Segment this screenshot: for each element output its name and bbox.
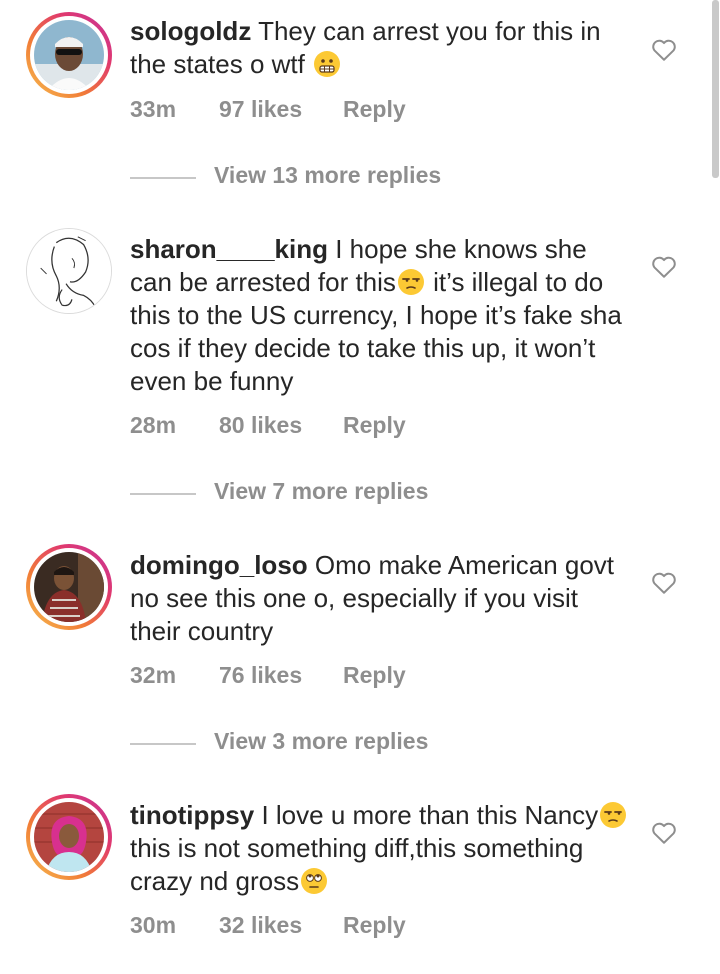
comment-likes[interactable]: 76 likes: [219, 662, 302, 689]
comment-body: I love u more than this Nancy: [261, 800, 599, 830]
grimacing-emoji-icon: [314, 51, 341, 77]
avatar[interactable]: [26, 794, 112, 880]
comment-time: 32m: [130, 662, 177, 688]
comment-username[interactable]: domingo_loso: [130, 550, 308, 580]
comment-username[interactable]: sologoldz: [130, 16, 251, 46]
comment-likes[interactable]: 32 likes: [219, 912, 302, 939]
reply-button[interactable]: Reply: [343, 912, 406, 939]
eye-roll-emoji-icon: [301, 868, 328, 894]
avatar[interactable]: [26, 544, 112, 630]
comment-username[interactable]: tinotippsy: [130, 800, 254, 830]
comment-text: domingo_loso Omo make American govt no s…: [130, 549, 630, 648]
comment-time: 30m: [130, 912, 177, 938]
view-replies-button[interactable]: View 7 more replies: [130, 478, 530, 508]
reply-button[interactable]: Reply: [343, 412, 406, 439]
avatar-domingo-image: [34, 552, 104, 622]
unamused-emoji-icon: [600, 802, 627, 828]
replies-divider: [130, 177, 196, 179]
view-replies-label[interactable]: View 13 more replies: [214, 162, 441, 189]
like-heart-icon[interactable]: [651, 255, 677, 279]
view-replies-label[interactable]: View 3 more replies: [214, 728, 428, 755]
comment-body-continued: this is not something diff,this somethin…: [130, 833, 584, 896]
replies-divider: [130, 493, 196, 495]
comment-username[interactable]: sharon____king: [130, 234, 328, 264]
view-replies-label[interactable]: View 7 more replies: [214, 478, 428, 505]
avatar-sharon-sketch-image: [27, 229, 111, 313]
unamused-emoji-icon: [397, 269, 424, 295]
comment-text: sologoldz They can arrest you for this i…: [130, 15, 630, 81]
comment-text: tinotippsy I love u more than this Nancy…: [130, 799, 630, 898]
view-replies-button[interactable]: View 13 more replies: [130, 162, 530, 192]
reply-button[interactable]: Reply: [343, 96, 406, 123]
like-heart-icon[interactable]: [651, 821, 677, 845]
like-heart-icon[interactable]: [651, 38, 677, 62]
comment-likes[interactable]: 80 likes: [219, 412, 302, 439]
avatar[interactable]: [26, 12, 112, 98]
avatar[interactable]: [26, 228, 112, 314]
like-heart-icon[interactable]: [651, 571, 677, 595]
comment-likes[interactable]: 97 likes: [219, 96, 302, 123]
view-replies-button[interactable]: View 3 more replies: [130, 728, 530, 758]
avatar-sologoldz-image: [34, 20, 104, 90]
replies-divider: [130, 743, 196, 745]
comment-text: sharon____king I hope she knows she can …: [130, 233, 630, 398]
scrollbar[interactable]: [712, 0, 719, 178]
avatar-tinotippsy-image: [34, 802, 104, 872]
comment-time: 28m: [130, 412, 177, 438]
reply-button[interactable]: Reply: [343, 662, 406, 689]
comment-time: 33m: [130, 96, 177, 122]
